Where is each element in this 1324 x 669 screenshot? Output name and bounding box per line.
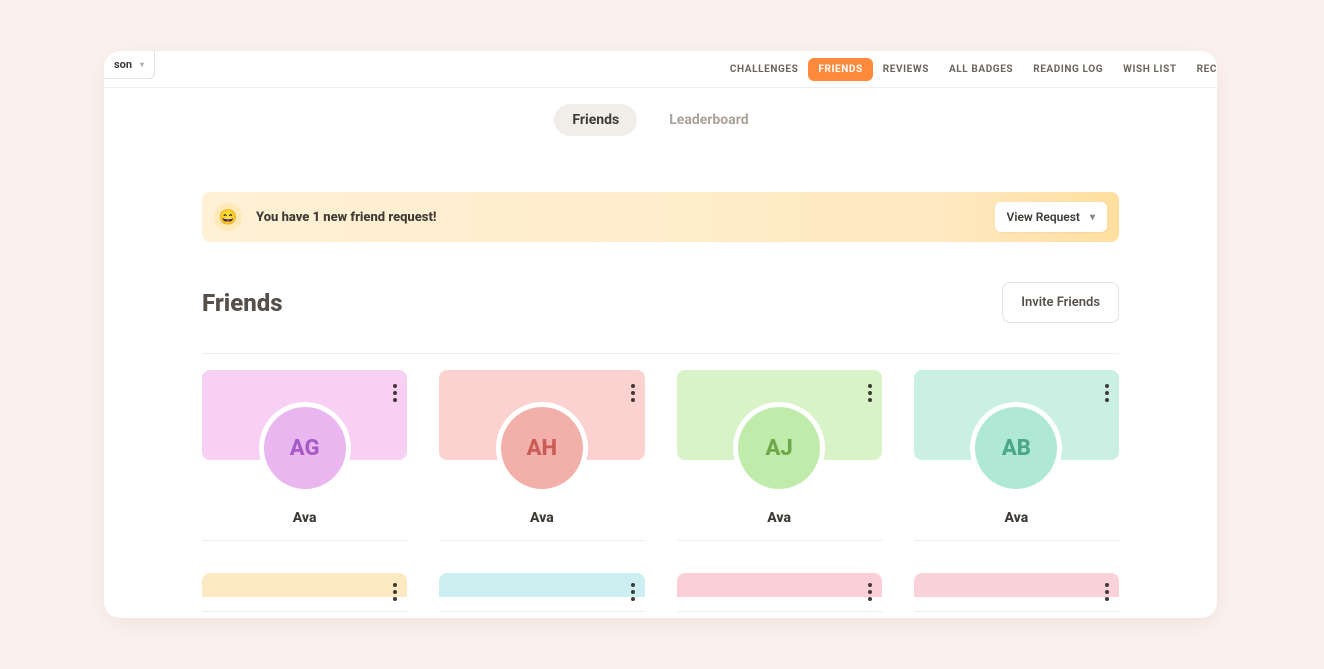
friend-name: Ava bbox=[914, 510, 1119, 526]
more-icon[interactable] bbox=[393, 384, 397, 402]
avatar-wrap: AB bbox=[970, 402, 1062, 494]
nav-reading-log[interactable]: READING LOG bbox=[1023, 58, 1113, 81]
friend-request-alert: 😄 You have 1 new friend request! View Re… bbox=[202, 192, 1119, 242]
nav-all-badges[interactable]: ALL BADGES bbox=[939, 58, 1023, 81]
friend-name: Ava bbox=[439, 510, 644, 526]
nav-challenges[interactable]: CHALLENGES bbox=[720, 58, 809, 81]
view-request-label: View Request bbox=[1007, 210, 1080, 224]
friend-card[interactable] bbox=[439, 573, 644, 612]
more-icon[interactable] bbox=[1105, 583, 1109, 601]
nav-rec[interactable]: REC bbox=[1187, 58, 1217, 81]
avatar: AG bbox=[264, 407, 346, 489]
section-header: Friends Invite Friends bbox=[202, 282, 1119, 354]
friend-banner bbox=[677, 573, 882, 597]
more-icon[interactable] bbox=[868, 384, 872, 402]
nav-friends[interactable]: FRIENDS bbox=[808, 58, 872, 81]
view-request-button[interactable]: View Request ▾ bbox=[995, 202, 1107, 232]
friend-card[interactable]: AH Ava bbox=[439, 370, 644, 541]
friend-banner bbox=[914, 573, 1119, 597]
friend-banner bbox=[439, 573, 644, 597]
avatar: AH bbox=[501, 407, 583, 489]
more-icon[interactable] bbox=[631, 583, 635, 601]
content: 😄 You have 1 new friend request! View Re… bbox=[104, 192, 1217, 612]
friend-card[interactable] bbox=[914, 573, 1119, 612]
smile-emoji-icon: 😄 bbox=[214, 203, 242, 231]
subtab-leaderboard[interactable]: Leaderboard bbox=[651, 104, 766, 136]
more-icon[interactable] bbox=[631, 384, 635, 402]
friend-card[interactable] bbox=[677, 573, 882, 612]
section-title: Friends bbox=[202, 289, 283, 317]
avatar-wrap: AJ bbox=[733, 402, 825, 494]
friend-card[interactable]: AJ Ava bbox=[677, 370, 882, 541]
nav-reviews[interactable]: REVIEWS bbox=[873, 58, 939, 81]
more-icon[interactable] bbox=[393, 583, 397, 601]
friend-card[interactable] bbox=[202, 573, 407, 612]
avatar-wrap: AG bbox=[259, 402, 351, 494]
friend-name: Ava bbox=[202, 510, 407, 526]
top-bar: son ▾ CHALLENGES FRIENDS REVIEWS ALL BAD… bbox=[104, 51, 1217, 88]
app-frame: son ▾ CHALLENGES FRIENDS REVIEWS ALL BAD… bbox=[104, 51, 1217, 618]
friend-card[interactable]: AB Ava bbox=[914, 370, 1119, 541]
avatar: AJ bbox=[738, 407, 820, 489]
more-icon[interactable] bbox=[868, 583, 872, 601]
avatar-wrap: AH bbox=[496, 402, 588, 494]
profile-dropdown[interactable]: son ▾ bbox=[104, 51, 155, 79]
nav-wish-list[interactable]: WISH LIST bbox=[1113, 58, 1186, 81]
friend-banner bbox=[202, 573, 407, 597]
sub-tabs: Friends Leaderboard bbox=[104, 88, 1217, 136]
chevron-down-icon: ▾ bbox=[1090, 212, 1095, 223]
profile-dropdown-label: son bbox=[114, 58, 132, 71]
chevron-down-icon: ▾ bbox=[140, 60, 144, 69]
friends-grid: AG Ava AH Ava AJ Ava bbox=[202, 370, 1119, 612]
nav-tabs: CHALLENGES FRIENDS REVIEWS ALL BADGES RE… bbox=[720, 51, 1217, 88]
alert-message: You have 1 new friend request! bbox=[256, 210, 436, 225]
more-icon[interactable] bbox=[1105, 384, 1109, 402]
avatar: AB bbox=[975, 407, 1057, 489]
subtab-friends[interactable]: Friends bbox=[554, 104, 637, 136]
friend-card[interactable]: AG Ava bbox=[202, 370, 407, 541]
friend-name: Ava bbox=[677, 510, 882, 526]
invite-friends-button[interactable]: Invite Friends bbox=[1002, 282, 1119, 323]
